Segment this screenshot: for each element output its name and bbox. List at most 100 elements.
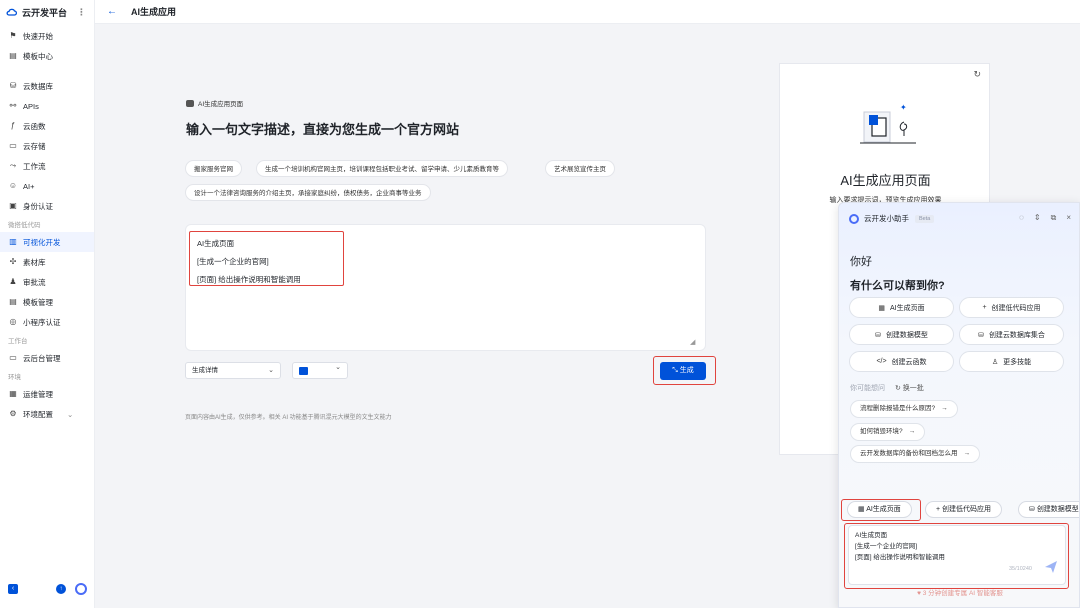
detail-select[interactable]: 生成详情 ⌄ (185, 362, 281, 379)
refresh-suggestions-button[interactable]: ↻ 换一批 (895, 385, 924, 392)
sidebar-item[interactable]: ☺ AI+ (0, 176, 94, 196)
send-icon[interactable] (1044, 560, 1058, 574)
brand[interactable]: 云开发平台 ⋮ (0, 0, 94, 24)
sidebar-item[interactable]: ⤳ 工作流 (0, 156, 94, 176)
back-arrow-icon[interactable]: ← (107, 6, 117, 17)
sidebar-item[interactable]: ⛁ 云数据库 (0, 76, 94, 96)
suggestion-text: 流程删除报错是什么原因? (860, 405, 936, 412)
assistant-input[interactable]: AI生成页面 [生成一个企业的官网] [页面] 给出操作说明和智能调用 (848, 525, 1066, 585)
quick-function-button[interactable]: </> 创建云函数 (849, 351, 954, 372)
assistant-chip[interactable]: + 创建低代码应用 (925, 501, 1003, 518)
assistant-chip[interactable]: ▦ AI生成页面 (847, 501, 912, 518)
plus-icon: + (982, 304, 987, 311)
quick-clouddb-button[interactable]: ⛁ 创建云数据库集合 (959, 324, 1064, 345)
arrow-right-icon: → (941, 405, 948, 412)
assistant-footer-text: 3 分钟创建专属 AI 智能客服 (922, 590, 1003, 597)
editor-line: AI生成页面 (197, 239, 235, 248)
assistant-chip-label: 创建低代码应用 (942, 506, 992, 513)
db-icon: ⛁ (978, 331, 984, 339)
resize-handle-icon[interactable]: ◢ (690, 338, 695, 346)
sidebar-item[interactable]: ♟ 审批流 (0, 272, 94, 292)
sidebar-item-label: 运维管理 (23, 389, 53, 399)
sidebar-item[interactable]: ▣ 身份认证 (0, 196, 94, 216)
assistant-footer[interactable]: ♥ 3 分钟创建专属 AI 智能客服 (839, 587, 1079, 597)
prompt-chip[interactable]: 生成一个培训机构官网主页，培训课程包括职业考试、留学申请、少儿素质教育等 (256, 160, 508, 177)
chat-history-icon[interactable]: ◌ (1019, 213, 1024, 223)
sidebar-item[interactable]: ▤ 模板管理 (0, 292, 94, 312)
sidebar-item-label: 素材库 (23, 257, 46, 267)
database-icon: ⛁ (9, 81, 17, 90)
color-select[interactable]: ⌄ (292, 362, 348, 379)
sidebar-item-label: 模板中心 (23, 51, 53, 61)
disclaimer: 页面内容由AI生成，仅供参考。相关 AI 功能基于腾讯混元大模型的文生文能力 (185, 415, 392, 421)
sidebar: 云开发平台 ⋮ ⚑ 快速开始 ▤ 模板中心 ⛁ 云数据库 ⚯ APIs ƒ 云函数 ▭ 云存储 ⤳ 工作… (0, 0, 95, 608)
main-badge-label: AI生成应用页面 (198, 101, 244, 108)
template-manage-icon: ▤ (9, 297, 17, 306)
assistant-chip[interactable]: ⛁ 创建数据模型 (1018, 501, 1079, 518)
quick-label: 创建低代码应用 (991, 304, 1041, 312)
quick-ai-page-button[interactable]: ▦ AI生成页面 (849, 297, 954, 318)
code-icon: </> (876, 358, 887, 365)
close-icon[interactable]: × (1066, 213, 1071, 223)
db-icon: ⛁ (1029, 506, 1037, 513)
page-title: AI生成应用 (131, 7, 177, 17)
cloud-logo-icon (6, 8, 18, 16)
sidebar-item[interactable]: ▤ 模板中心 (0, 46, 94, 66)
preview-title: AI生成应用页面 (840, 173, 931, 188)
id-card-icon: ▣ (9, 201, 17, 210)
db-icon: ⛁ (875, 331, 881, 339)
chevron-down-icon: ⌄ (67, 409, 74, 419)
robot-icon: ☺ (8, 181, 18, 190)
group-lowcode: 微搭低代码 (8, 222, 41, 229)
quick-skills-button[interactable]: ♙ 更多技能 (959, 351, 1064, 372)
sidebar-item[interactable]: ▭ 云存储 (0, 136, 94, 156)
collapse-icon[interactable]: ‹ (8, 584, 18, 594)
upload-icon[interactable]: ↑ (56, 584, 66, 594)
beta-badge: Beta (915, 214, 935, 223)
main-heading: 输入一句文字描述，直接为您生成一个官方网站 (186, 122, 460, 137)
sidebar-item[interactable]: ▥ 可视化开发 (0, 232, 94, 252)
sidebar-item[interactable]: ⚑ 快速开始 (0, 26, 94, 46)
arrow-right-icon: → (963, 450, 971, 457)
robot-icon (186, 99, 194, 107)
prompt-chip[interactable]: 搬家服务官网 (185, 160, 242, 177)
topbar: ← AI生成应用 (95, 0, 1080, 24)
suggestion-item[interactable]: 流程删除报错是什么原因? → (850, 400, 958, 418)
greeting: 你好 (850, 256, 872, 268)
sidebar-item[interactable]: ƒ 云函数 (0, 116, 94, 136)
sidebar-item[interactable]: ⚯ APIs (0, 96, 94, 116)
prompt-chip[interactable]: 艺术展览宣传主页 (545, 160, 615, 177)
suggestion-item[interactable]: 云开发数据库的备份和回档怎么用 → (850, 445, 980, 463)
suggestion-item[interactable]: 如何销毁环境? → (850, 423, 926, 441)
assistant-panel: 云开发小助手 Beta ◌ ⇕ ⧉ × 你好 有什么可以帮到你? ▦ AI生成页面… (838, 202, 1080, 608)
prompt-editor-text[interactable]: AI生成页面 [生成一个企业的官网] [页面] 给出操作说明和智能调用 (189, 231, 344, 286)
sidebar-item-label: AI+ (23, 181, 35, 191)
generate-label: 生成 (679, 367, 694, 374)
expand-collapse-icon[interactable]: ⇕ (1034, 213, 1041, 223)
open-external-icon[interactable]: ⧉ (1051, 213, 1057, 223)
input-line: AI生成页面 (855, 532, 888, 539)
generate-button[interactable]: ⤡ 生成 (660, 362, 706, 380)
chevron-down-icon: ⌄ (268, 367, 274, 374)
refresh-icon[interactable]: ↻ (973, 69, 981, 80)
assistant-icon[interactable] (75, 583, 87, 595)
sidebar-item[interactable]: ⚙ 环境配置 ⌄ (0, 404, 94, 424)
sidebar-item[interactable]: ✣ 素材库 (0, 252, 94, 272)
quick-lowcode-button[interactable]: + 创建低代码应用 (959, 297, 1064, 318)
assistant-chip-label: 创建数据模型 (1036, 506, 1079, 513)
flag-icon: ⚑ (9, 31, 17, 40)
sidebar-item[interactable]: ◎ 小程序认证 (0, 312, 94, 332)
group-env: 环境 (8, 374, 21, 381)
editor-line: [页面] 给出操作说明和智能调用 (197, 275, 301, 284)
function-icon: ƒ (10, 121, 16, 130)
prompt-chip[interactable]: 设计一个法律咨询服务的介绍主页，承接家庭纠纷，债权债务，企业商事等业务 (185, 184, 431, 201)
sidebar-item-label: 快速开始 (23, 31, 53, 41)
more-icon[interactable]: ⋮ (77, 7, 86, 18)
brand-name: 云开发平台 (22, 7, 68, 18)
sidebar-item[interactable]: ▦ 运维管理 (0, 384, 94, 404)
sidebar-item[interactable]: ▭ 云后台管理 (0, 348, 94, 368)
document-illustration-icon: ✦ (860, 103, 916, 144)
sidebar-item-label: APIs (23, 101, 39, 111)
quick-datamodel-button[interactable]: ⛁ 创建数据模型 (849, 324, 954, 345)
chevron-down-icon: ⌄ (335, 364, 341, 371)
